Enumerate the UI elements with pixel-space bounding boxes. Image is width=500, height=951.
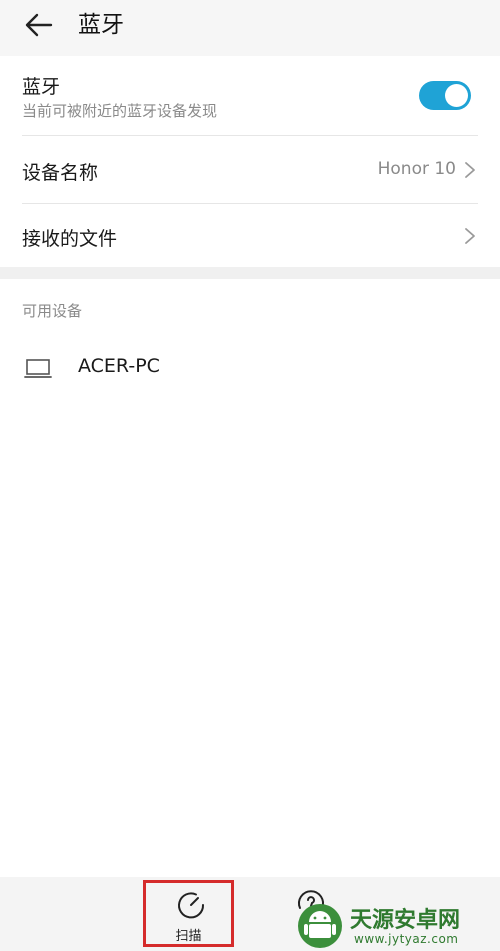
section-separator: [0, 267, 500, 279]
device-name-label: 设备名称: [22, 162, 99, 184]
scan-button[interactable]: 扫描: [143, 880, 234, 947]
bluetooth-label: 蓝牙: [22, 76, 61, 98]
chevron-right-icon: [465, 228, 475, 244]
chevron-right-icon: [465, 162, 475, 178]
device-name: ACER-PC: [78, 355, 160, 377]
watermark: 天源安卓网 www.jytyaz.com: [292, 900, 500, 951]
watermark-url: www.jytyaz.com: [354, 932, 459, 946]
received-files-row[interactable]: 接收的文件: [0, 204, 500, 267]
watermark-title: 天源安卓网: [350, 908, 461, 933]
device-name-row[interactable]: 设备名称 Honor 10: [0, 136, 500, 203]
laptop-icon: [24, 359, 52, 378]
back-arrow-icon: [25, 13, 53, 37]
back-button[interactable]: [22, 8, 56, 42]
android-logo-icon: [298, 904, 342, 948]
refresh-icon: [178, 892, 205, 919]
device-list-item[interactable]: [0, 338, 500, 398]
page-title: 蓝牙: [78, 12, 124, 38]
switch-knob: [445, 84, 468, 107]
bluetooth-switch[interactable]: [419, 81, 471, 110]
available-devices-title: 可用设备: [22, 302, 83, 320]
app-header: 蓝牙: [0, 0, 500, 56]
scan-label: 扫描: [175, 929, 202, 944]
bluetooth-subtitle: 当前可被附近的蓝牙设备发现: [22, 102, 218, 120]
device-name-value: Honor 10: [377, 159, 456, 179]
received-files-label: 接收的文件: [22, 228, 118, 250]
